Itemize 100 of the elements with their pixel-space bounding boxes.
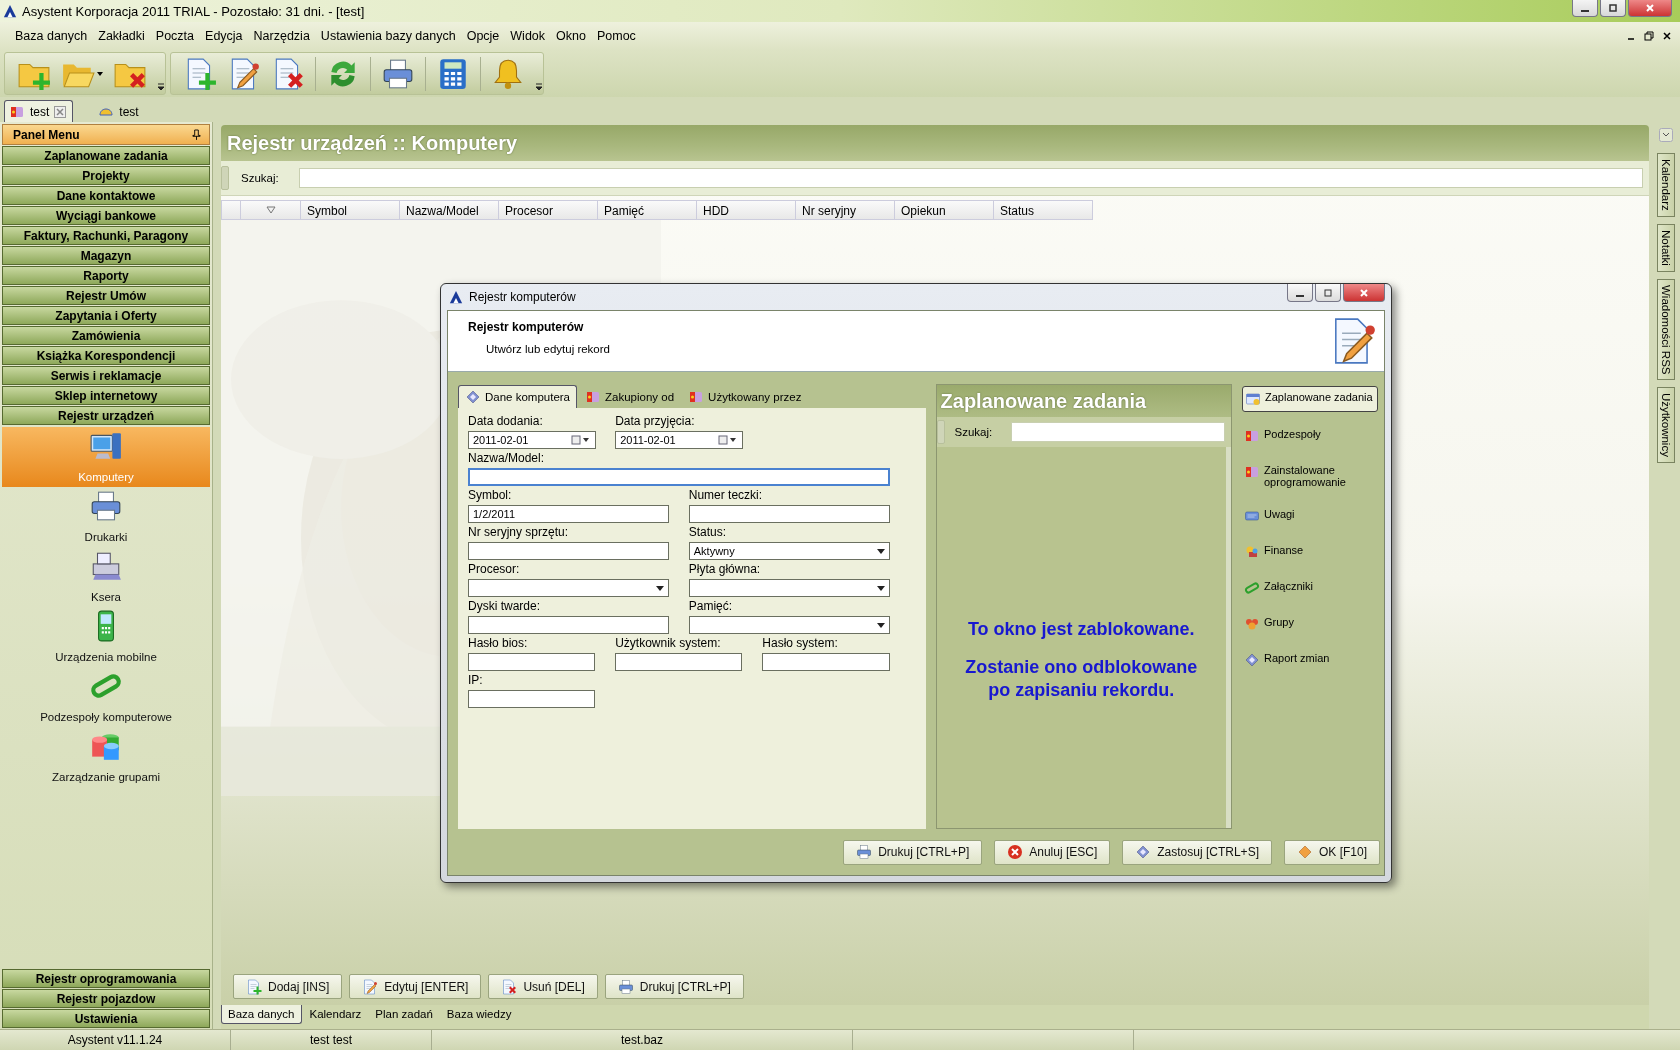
column-header[interactable]: Nazwa/Model <box>400 200 499 220</box>
menu-item[interactable]: Pomoc <box>595 29 637 43</box>
text-field[interactable] <box>468 542 669 560</box>
overflow-icon[interactable] <box>157 80 165 92</box>
panel-section-header[interactable]: Wyciągi bankowe <box>2 206 210 225</box>
panel-item[interactable]: Drukarki <box>2 487 210 547</box>
panel-section-header[interactable]: Dane kontaktowe <box>2 186 210 205</box>
bottom-tab[interactable]: Baza danych <box>221 1005 302 1024</box>
panel-section-header[interactable]: Rejestr urządzeń <box>2 406 210 425</box>
caret-icon[interactable] <box>97 71 103 76</box>
side-tab[interactable]: Użytkownicy <box>1657 387 1675 463</box>
caret-icon[interactable] <box>655 585 664 591</box>
panel-section-header[interactable]: Rejestr pojazdow <box>2 989 210 1008</box>
panel-section-header[interactable]: Projekty <box>2 166 210 185</box>
form-tab[interactable]: Użytkowany przez <box>682 386 808 408</box>
text-field[interactable] <box>688 505 890 523</box>
dropdown-field[interactable] <box>468 579 669 597</box>
minimize-button[interactable] <box>1287 284 1313 302</box>
bottom-tab[interactable]: Plan zadań <box>369 1005 439 1023</box>
nav-item[interactable]: Grupy <box>1242 612 1376 636</box>
collapse-icon[interactable] <box>1659 128 1673 142</box>
text-field[interactable] <box>468 616 669 634</box>
column-header[interactable]: Opiekun <box>895 200 994 220</box>
menu-item[interactable]: Baza danych <box>14 29 89 43</box>
panel-section-header[interactable]: Raporty <box>2 266 210 285</box>
document-tab[interactable]: test <box>4 100 74 122</box>
panel-section-header[interactable]: Serwis i reklamacje <box>2 366 210 385</box>
maximize-button[interactable] <box>1315 284 1341 302</box>
menu-item[interactable]: Ustawienia bazy danych <box>319 29 457 43</box>
restore-icon[interactable] <box>1644 31 1654 41</box>
date-field[interactable]: 2011-02-01 <box>468 431 596 449</box>
panel-section-header[interactable]: Książka Korespondencji <box>2 346 210 365</box>
text-field[interactable] <box>468 690 596 708</box>
dialog-button[interactable]: Zastosuj [CTRL+S] <box>1122 839 1272 865</box>
side-tab[interactable]: Kalendarz <box>1657 153 1675 217</box>
form-tab[interactable]: Dane komputera <box>458 385 578 408</box>
side-tab[interactable]: Notatki <box>1657 223 1675 272</box>
dropdown-field[interactable] <box>688 579 890 597</box>
text-field[interactable] <box>762 653 890 671</box>
text-field[interactable] <box>468 468 890 486</box>
panel-section-header[interactable]: Rejestr oprogramowania <box>2 969 210 988</box>
column-header[interactable]: Status <box>994 200 1093 220</box>
close-button[interactable] <box>1628 0 1672 17</box>
column-header[interactable]: HDD <box>697 200 796 220</box>
close-icon[interactable] <box>1662 31 1672 41</box>
panel-section-header[interactable]: Faktury, Rachunki, Paragony <box>2 226 210 245</box>
table-header-cell[interactable] <box>241 200 301 220</box>
panel-section-header[interactable]: Magazyn <box>2 246 210 265</box>
panel-section-header[interactable]: Zamówienia <box>2 326 210 345</box>
panel-section-header[interactable]: Zapytania i Oferty <box>2 306 210 325</box>
caret-icon[interactable] <box>876 585 885 591</box>
date-field[interactable]: 2011-02-01 <box>615 431 744 449</box>
overflow-icon[interactable] <box>535 80 543 92</box>
calendar-dropdown-icon[interactable] <box>571 435 591 445</box>
nav-item[interactable]: Raport zmian <box>1242 648 1376 672</box>
document-tab[interactable]: test <box>93 100 146 122</box>
panel-section-header[interactable]: Rejestr Umów <box>2 286 210 305</box>
text-field[interactable] <box>615 653 743 671</box>
panel-item[interactable]: Podzespoły komputerowe <box>2 667 210 727</box>
panel-section-header[interactable]: Sklep internetowy <box>2 386 210 405</box>
nav-item[interactable]: Załączniki <box>1242 576 1376 600</box>
pin-icon[interactable] <box>192 129 201 140</box>
menu-item[interactable]: Poczta <box>154 29 196 43</box>
action-button[interactable]: Edytuj [ENTER] <box>349 974 482 999</box>
nav-item[interactable]: Zaplanowane zadania <box>1242 386 1378 412</box>
column-header[interactable]: Pamięć <box>598 200 697 220</box>
filter-icon[interactable] <box>265 206 276 214</box>
text-field[interactable]: 1/2/2011 <box>468 505 669 523</box>
dropdown-field[interactable]: Aktywny <box>688 542 890 560</box>
menu-item[interactable]: Narzędzia <box>252 29 311 43</box>
dropdown-field[interactable] <box>688 616 890 634</box>
panel-item[interactable]: Ksera <box>2 547 210 607</box>
panel-item[interactable]: Zarządzanie grupami <box>2 727 210 787</box>
caret-icon[interactable] <box>876 548 885 554</box>
nav-item[interactable]: Finanse <box>1242 540 1376 564</box>
menu-item[interactable]: Edycja <box>204 29 244 43</box>
calendar-dropdown-icon[interactable] <box>718 435 739 445</box>
menu-item[interactable]: Widok <box>509 29 547 43</box>
close-button[interactable] <box>1343 284 1385 302</box>
menu-item[interactable]: Opcje <box>465 29 501 43</box>
action-button[interactable]: Drukuj [CTRL+P] <box>604 974 744 999</box>
bottom-tab[interactable]: Baza wiedzy <box>440 1005 518 1023</box>
grip-handle[interactable] <box>221 166 229 190</box>
dialog-button[interactable]: Drukuj [CTRL+P] <box>843 839 983 865</box>
panel-item[interactable]: Urządzenia mobilne <box>2 607 210 667</box>
text-field[interactable] <box>468 653 596 671</box>
search-field[interactable] <box>299 168 1643 188</box>
form-tab[interactable]: Zakupiony od <box>579 386 681 408</box>
dialog-button[interactable]: OK [F10] <box>1283 839 1380 865</box>
search-field[interactable] <box>1010 422 1225 442</box>
panel-section-header[interactable]: Zaplanowane zadania <box>2 146 210 165</box>
nav-item[interactable]: Podzespoły <box>1242 424 1376 448</box>
nav-item[interactable]: Zainstalowane oprogramowanie <box>1242 460 1376 492</box>
menu-item[interactable]: Zakładki <box>97 29 146 43</box>
grip-handle[interactable] <box>936 420 945 444</box>
caret-icon[interactable] <box>876 622 885 628</box>
dialog-button[interactable]: Anuluj [ESC] <box>994 839 1111 865</box>
nav-item[interactable]: Uwagi <box>1242 504 1376 528</box>
menu-item[interactable]: Okno <box>555 29 587 43</box>
side-tab[interactable]: Wiadomości RSS <box>1657 278 1675 381</box>
